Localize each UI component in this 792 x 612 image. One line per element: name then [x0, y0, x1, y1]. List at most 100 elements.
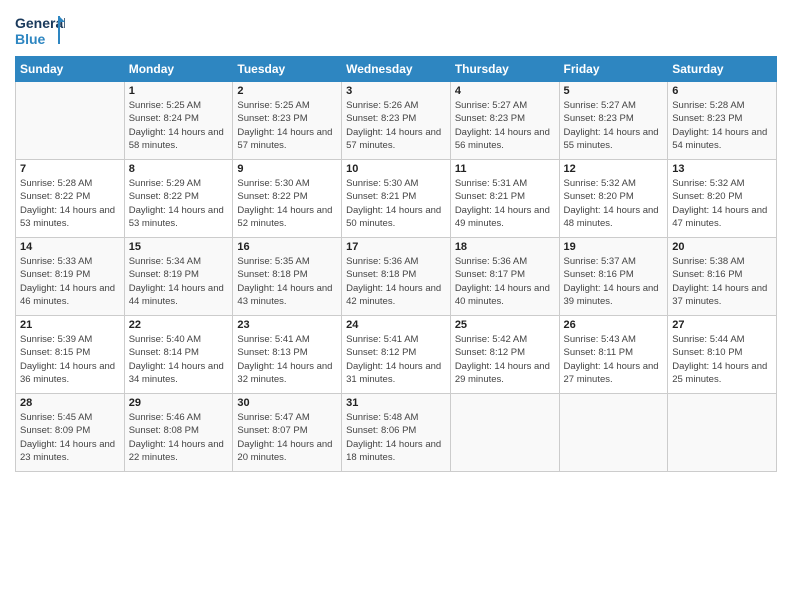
day-info: Sunrise: 5:45 AMSunset: 8:09 PMDaylight:… [20, 411, 120, 464]
calendar-day-cell: 31 Sunrise: 5:48 AMSunset: 8:06 PMDaylig… [342, 394, 451, 472]
calendar-day-cell: 26 Sunrise: 5:43 AMSunset: 8:11 PMDaylig… [559, 316, 668, 394]
calendar-day-cell: 22 Sunrise: 5:40 AMSunset: 8:14 PMDaylig… [124, 316, 233, 394]
day-info: Sunrise: 5:38 AMSunset: 8:16 PMDaylight:… [672, 255, 772, 308]
calendar-day-cell: 13 Sunrise: 5:32 AMSunset: 8:20 PMDaylig… [668, 160, 777, 238]
day-number: 16 [237, 241, 337, 253]
day-info: Sunrise: 5:46 AMSunset: 8:08 PMDaylight:… [129, 411, 229, 464]
day-number: 14 [20, 241, 120, 253]
day-number: 5 [564, 85, 664, 97]
calendar-day-cell: 8 Sunrise: 5:29 AMSunset: 8:22 PMDayligh… [124, 160, 233, 238]
calendar-week-row: 14 Sunrise: 5:33 AMSunset: 8:19 PMDaylig… [16, 238, 777, 316]
calendar-day-cell: 21 Sunrise: 5:39 AMSunset: 8:15 PMDaylig… [16, 316, 125, 394]
day-number: 6 [672, 85, 772, 97]
day-info: Sunrise: 5:26 AMSunset: 8:23 PMDaylight:… [346, 99, 446, 152]
day-info: Sunrise: 5:41 AMSunset: 8:13 PMDaylight:… [237, 333, 337, 386]
day-number: 28 [20, 397, 120, 409]
day-number: 18 [455, 241, 555, 253]
day-number: 10 [346, 163, 446, 175]
weekday-header: Sunday [16, 57, 125, 82]
calendar-day-cell: 7 Sunrise: 5:28 AMSunset: 8:22 PMDayligh… [16, 160, 125, 238]
day-number: 8 [129, 163, 229, 175]
day-number: 9 [237, 163, 337, 175]
day-info: Sunrise: 5:42 AMSunset: 8:12 PMDaylight:… [455, 333, 555, 386]
day-number: 15 [129, 241, 229, 253]
day-info: Sunrise: 5:40 AMSunset: 8:14 PMDaylight:… [129, 333, 229, 386]
calendar-day-cell: 20 Sunrise: 5:38 AMSunset: 8:16 PMDaylig… [668, 238, 777, 316]
day-info: Sunrise: 5:33 AMSunset: 8:19 PMDaylight:… [20, 255, 120, 308]
calendar-day-cell: 3 Sunrise: 5:26 AMSunset: 8:23 PMDayligh… [342, 82, 451, 160]
calendar-day-cell: 25 Sunrise: 5:42 AMSunset: 8:12 PMDaylig… [450, 316, 559, 394]
day-info: Sunrise: 5:32 AMSunset: 8:20 PMDaylight:… [564, 177, 664, 230]
calendar-day-cell: 19 Sunrise: 5:37 AMSunset: 8:16 PMDaylig… [559, 238, 668, 316]
day-info: Sunrise: 5:31 AMSunset: 8:21 PMDaylight:… [455, 177, 555, 230]
day-number: 7 [20, 163, 120, 175]
day-info: Sunrise: 5:25 AMSunset: 8:24 PMDaylight:… [129, 99, 229, 152]
day-info: Sunrise: 5:41 AMSunset: 8:12 PMDaylight:… [346, 333, 446, 386]
day-number: 13 [672, 163, 772, 175]
day-info: Sunrise: 5:48 AMSunset: 8:06 PMDaylight:… [346, 411, 446, 464]
day-info: Sunrise: 5:35 AMSunset: 8:18 PMDaylight:… [237, 255, 337, 308]
calendar-week-row: 7 Sunrise: 5:28 AMSunset: 8:22 PMDayligh… [16, 160, 777, 238]
day-info: Sunrise: 5:34 AMSunset: 8:19 PMDaylight:… [129, 255, 229, 308]
day-info: Sunrise: 5:29 AMSunset: 8:22 PMDaylight:… [129, 177, 229, 230]
svg-text:General: General [15, 15, 65, 31]
day-info: Sunrise: 5:30 AMSunset: 8:22 PMDaylight:… [237, 177, 337, 230]
day-info: Sunrise: 5:30 AMSunset: 8:21 PMDaylight:… [346, 177, 446, 230]
day-info: Sunrise: 5:37 AMSunset: 8:16 PMDaylight:… [564, 255, 664, 308]
day-info: Sunrise: 5:25 AMSunset: 8:23 PMDaylight:… [237, 99, 337, 152]
day-info: Sunrise: 5:43 AMSunset: 8:11 PMDaylight:… [564, 333, 664, 386]
day-number: 22 [129, 319, 229, 331]
calendar-day-cell [16, 82, 125, 160]
day-number: 29 [129, 397, 229, 409]
day-number: 23 [237, 319, 337, 331]
calendar-day-cell: 14 Sunrise: 5:33 AMSunset: 8:19 PMDaylig… [16, 238, 125, 316]
day-number: 1 [129, 85, 229, 97]
calendar-day-cell: 24 Sunrise: 5:41 AMSunset: 8:12 PMDaylig… [342, 316, 451, 394]
day-number: 12 [564, 163, 664, 175]
calendar-week-row: 28 Sunrise: 5:45 AMSunset: 8:09 PMDaylig… [16, 394, 777, 472]
day-info: Sunrise: 5:27 AMSunset: 8:23 PMDaylight:… [455, 99, 555, 152]
day-number: 19 [564, 241, 664, 253]
calendar-day-cell: 6 Sunrise: 5:28 AMSunset: 8:23 PMDayligh… [668, 82, 777, 160]
day-info: Sunrise: 5:28 AMSunset: 8:22 PMDaylight:… [20, 177, 120, 230]
day-number: 25 [455, 319, 555, 331]
calendar-week-row: 1 Sunrise: 5:25 AMSunset: 8:24 PMDayligh… [16, 82, 777, 160]
day-number: 4 [455, 85, 555, 97]
weekday-header-row: SundayMondayTuesdayWednesdayThursdayFrid… [16, 57, 777, 82]
calendar-day-cell [668, 394, 777, 472]
day-info: Sunrise: 5:32 AMSunset: 8:20 PMDaylight:… [672, 177, 772, 230]
weekday-header: Saturday [668, 57, 777, 82]
calendar-day-cell [559, 394, 668, 472]
day-number: 26 [564, 319, 664, 331]
day-number: 31 [346, 397, 446, 409]
day-number: 24 [346, 319, 446, 331]
day-number: 2 [237, 85, 337, 97]
calendar-day-cell: 11 Sunrise: 5:31 AMSunset: 8:21 PMDaylig… [450, 160, 559, 238]
calendar-day-cell [450, 394, 559, 472]
day-info: Sunrise: 5:36 AMSunset: 8:17 PMDaylight:… [455, 255, 555, 308]
calendar-day-cell: 5 Sunrise: 5:27 AMSunset: 8:23 PMDayligh… [559, 82, 668, 160]
day-number: 20 [672, 241, 772, 253]
calendar-day-cell: 12 Sunrise: 5:32 AMSunset: 8:20 PMDaylig… [559, 160, 668, 238]
day-number: 27 [672, 319, 772, 331]
weekday-header: Tuesday [233, 57, 342, 82]
calendar-day-cell: 2 Sunrise: 5:25 AMSunset: 8:23 PMDayligh… [233, 82, 342, 160]
calendar-week-row: 21 Sunrise: 5:39 AMSunset: 8:15 PMDaylig… [16, 316, 777, 394]
header-area: General Blue [15, 10, 777, 50]
weekday-header: Thursday [450, 57, 559, 82]
weekday-header: Friday [559, 57, 668, 82]
calendar-day-cell: 17 Sunrise: 5:36 AMSunset: 8:18 PMDaylig… [342, 238, 451, 316]
day-number: 30 [237, 397, 337, 409]
day-info: Sunrise: 5:44 AMSunset: 8:10 PMDaylight:… [672, 333, 772, 386]
calendar-day-cell: 29 Sunrise: 5:46 AMSunset: 8:08 PMDaylig… [124, 394, 233, 472]
calendar-day-cell: 9 Sunrise: 5:30 AMSunset: 8:22 PMDayligh… [233, 160, 342, 238]
calendar-day-cell: 28 Sunrise: 5:45 AMSunset: 8:09 PMDaylig… [16, 394, 125, 472]
logo: General Blue [15, 10, 65, 50]
day-info: Sunrise: 5:28 AMSunset: 8:23 PMDaylight:… [672, 99, 772, 152]
day-number: 3 [346, 85, 446, 97]
day-number: 21 [20, 319, 120, 331]
svg-text:Blue: Blue [15, 31, 46, 47]
calendar-day-cell: 16 Sunrise: 5:35 AMSunset: 8:18 PMDaylig… [233, 238, 342, 316]
calendar-day-cell: 15 Sunrise: 5:34 AMSunset: 8:19 PMDaylig… [124, 238, 233, 316]
calendar-day-cell: 30 Sunrise: 5:47 AMSunset: 8:07 PMDaylig… [233, 394, 342, 472]
